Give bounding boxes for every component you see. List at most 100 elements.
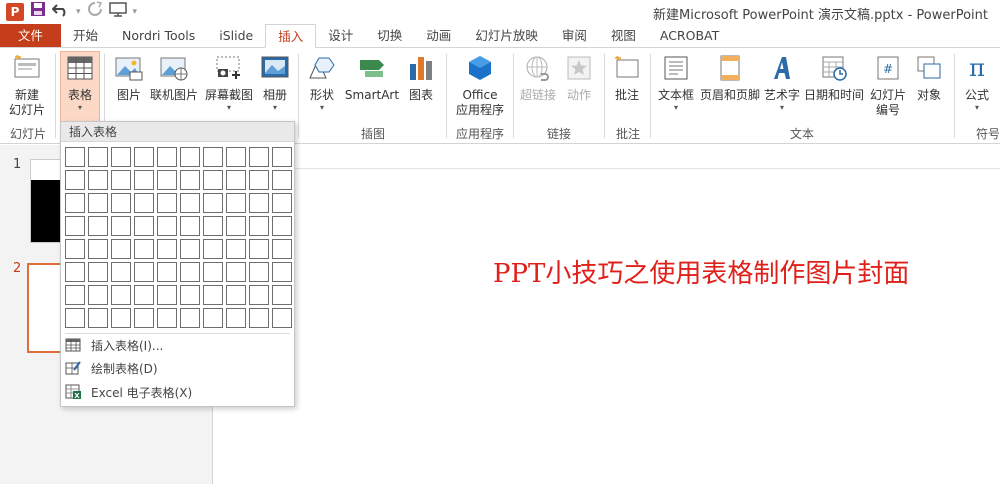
- tab-review[interactable]: 审阅: [550, 24, 599, 47]
- header-footer-button[interactable]: 页眉和页脚: [698, 52, 762, 103]
- table-grid-cell[interactable]: [65, 262, 85, 282]
- table-grid-cell[interactable]: [65, 193, 85, 213]
- tab-acrobat[interactable]: ACROBAT: [648, 24, 731, 47]
- slide-number-button[interactable]: # 幻灯片 编号: [866, 52, 910, 118]
- undo-icon[interactable]: [51, 1, 70, 24]
- table-grid-cell[interactable]: [134, 170, 154, 190]
- table-grid-cell[interactable]: [226, 147, 246, 167]
- wordart-button[interactable]: 艺术字 ▾: [762, 52, 802, 113]
- customize-qat-icon[interactable]: ▾: [133, 7, 138, 17]
- table-grid-cell[interactable]: [180, 193, 200, 213]
- table-grid-cell[interactable]: [157, 285, 177, 305]
- table-grid-cell[interactable]: [249, 262, 269, 282]
- insert-table-menu-item[interactable]: 插入表格(I)...: [65, 334, 290, 356]
- table-grid-cell[interactable]: [272, 147, 292, 167]
- table-grid-cell[interactable]: [134, 193, 154, 213]
- datetime-button[interactable]: 日期和时间: [802, 52, 866, 103]
- tab-transitions[interactable]: 切换: [365, 24, 414, 47]
- table-grid-cell[interactable]: [157, 170, 177, 190]
- table-grid-cell[interactable]: [157, 147, 177, 167]
- comment-button[interactable]: 批注: [608, 52, 646, 103]
- table-grid-cell[interactable]: [65, 308, 85, 328]
- undo-dropdown-icon[interactable]: ▾: [76, 7, 81, 17]
- table-grid-cell[interactable]: [272, 170, 292, 190]
- slide-title-text[interactable]: PPT小技巧之使用表格制作图片封面: [493, 253, 909, 290]
- table-grid-cell[interactable]: [226, 193, 246, 213]
- new-slide-button[interactable]: 新建 幻灯片: [2, 52, 52, 118]
- table-grid-cell[interactable]: [249, 308, 269, 328]
- table-grid-cell[interactable]: [180, 262, 200, 282]
- table-button[interactable]: 表格 ▾: [60, 51, 100, 123]
- table-grid-cell[interactable]: [134, 239, 154, 259]
- screenshot-button[interactable]: 屏幕截图 ▾: [202, 52, 256, 113]
- table-grid-cell[interactable]: [88, 239, 108, 259]
- table-grid-cell[interactable]: [203, 147, 223, 167]
- table-grid-cell[interactable]: [134, 285, 154, 305]
- tab-animations[interactable]: 动画: [414, 24, 463, 47]
- table-grid-cell[interactable]: [65, 216, 85, 236]
- table-grid-cell[interactable]: [65, 239, 85, 259]
- table-grid-cell[interactable]: [88, 285, 108, 305]
- table-grid-cell[interactable]: [65, 285, 85, 305]
- table-grid-cell[interactable]: [180, 239, 200, 259]
- tab-home[interactable]: 开始: [61, 24, 110, 47]
- table-grid-cell[interactable]: [88, 308, 108, 328]
- textbox-button[interactable]: 文本框 ▾: [654, 52, 698, 113]
- table-grid-cell[interactable]: [111, 216, 131, 236]
- table-grid-cell[interactable]: [226, 262, 246, 282]
- table-grid-cell[interactable]: [180, 170, 200, 190]
- table-grid-cell[interactable]: [111, 193, 131, 213]
- table-grid-cell[interactable]: [226, 216, 246, 236]
- table-grid-cell[interactable]: [157, 216, 177, 236]
- table-grid-cell[interactable]: [111, 147, 131, 167]
- save-icon[interactable]: [30, 1, 46, 24]
- table-grid-cell[interactable]: [272, 239, 292, 259]
- slide-editing-area[interactable]: [214, 145, 1000, 484]
- table-grid-cell[interactable]: [157, 308, 177, 328]
- table-grid-cell[interactable]: [249, 147, 269, 167]
- table-grid-cell[interactable]: [111, 170, 131, 190]
- table-grid-cell[interactable]: [203, 216, 223, 236]
- table-grid-cell[interactable]: [134, 147, 154, 167]
- table-grid-cell[interactable]: [88, 170, 108, 190]
- table-grid-cell[interactable]: [88, 216, 108, 236]
- tab-nordri-tools[interactable]: Nordri Tools: [110, 24, 207, 47]
- tab-insert[interactable]: 插入: [265, 24, 317, 48]
- table-grid-cell[interactable]: [203, 239, 223, 259]
- equation-button[interactable]: π 公式 ▾: [958, 52, 996, 113]
- table-grid-cell[interactable]: [180, 285, 200, 305]
- action-button[interactable]: 动作: [560, 52, 598, 103]
- table-grid-cell[interactable]: [249, 170, 269, 190]
- table-grid-cell[interactable]: [249, 216, 269, 236]
- table-grid-cell[interactable]: [203, 193, 223, 213]
- table-grid-cell[interactable]: [180, 308, 200, 328]
- tab-islide[interactable]: iSlide: [207, 24, 265, 47]
- table-grid-cell[interactable]: [272, 193, 292, 213]
- online-picture-button[interactable]: 联机图片: [148, 52, 200, 103]
- table-grid-cell[interactable]: [88, 262, 108, 282]
- present-icon[interactable]: [108, 1, 127, 24]
- table-grid-cell[interactable]: [203, 308, 223, 328]
- table-grid-cell[interactable]: [249, 193, 269, 213]
- table-grid-cell[interactable]: [65, 170, 85, 190]
- table-grid-cell[interactable]: [88, 193, 108, 213]
- album-button[interactable]: 相册 ▾: [256, 52, 294, 113]
- table-grid-cell[interactable]: [272, 262, 292, 282]
- table-grid-cell[interactable]: [272, 216, 292, 236]
- table-grid-cell[interactable]: [157, 193, 177, 213]
- table-grid-cell[interactable]: [226, 308, 246, 328]
- table-grid-cell[interactable]: [180, 147, 200, 167]
- office-apps-button[interactable]: Office 应用程序: [450, 52, 510, 118]
- tab-slideshow[interactable]: 幻灯片放映: [463, 24, 550, 47]
- table-grid-cell[interactable]: [203, 285, 223, 305]
- table-grid-cell[interactable]: [203, 262, 223, 282]
- table-grid-cell[interactable]: [157, 239, 177, 259]
- table-size-grid[interactable]: [65, 147, 292, 328]
- table-grid-cell[interactable]: [272, 285, 292, 305]
- redo-icon[interactable]: [87, 0, 103, 24]
- table-grid-cell[interactable]: [134, 216, 154, 236]
- table-grid-cell[interactable]: [88, 147, 108, 167]
- table-grid-cell[interactable]: [134, 308, 154, 328]
- tab-design[interactable]: 设计: [316, 24, 365, 47]
- table-grid-cell[interactable]: [203, 170, 223, 190]
